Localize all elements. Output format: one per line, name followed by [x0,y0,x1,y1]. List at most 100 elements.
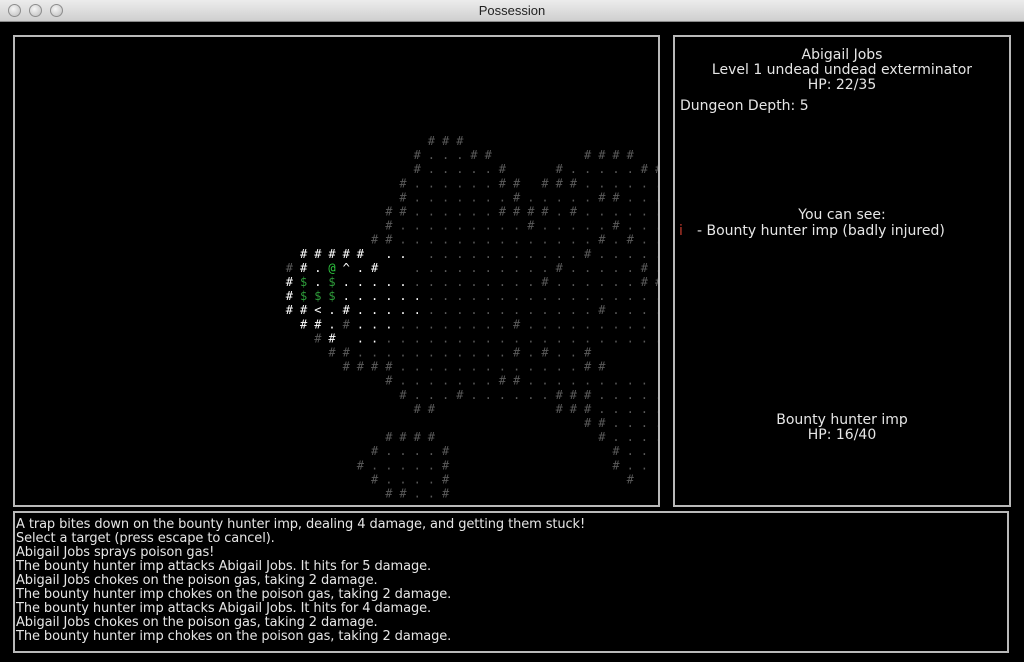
map-tile: . [556,331,563,345]
map-tile: # [584,247,592,261]
map-tile: . [556,247,563,261]
map-tile: . [442,205,449,219]
map-tile: . [541,219,548,233]
map-tile: . [641,233,648,247]
map-tile: . [584,205,591,219]
visible-monster-entry[interactable]: i - Bounty hunter imp (badly injured) [679,223,945,239]
map-tile: . [584,190,591,204]
map-tile: # [300,261,308,275]
map-tile: . [584,219,591,233]
map-tile: . [442,374,449,388]
log-line: The bounty hunter imp chokes on the pois… [16,629,452,644]
map-tile: # [399,388,407,402]
map-tile: . [442,360,449,374]
map-tile: # [343,360,351,374]
map-tile: . [428,219,435,233]
map-tile: . [428,289,435,303]
map-tile: . [612,388,619,402]
map-tile: # [513,176,521,190]
map-tile: # [485,148,493,162]
target-name: Bounty hunter imp [776,412,908,428]
map-tile: # [314,331,322,345]
map-tile: . [527,374,534,388]
map-tile: . [385,458,392,472]
map-tile: < [314,303,321,317]
map-tile: . [385,331,392,345]
map-tile: . [399,346,406,360]
map-tile: . [442,176,449,190]
map-tile: # [513,317,521,331]
map-tile: . [428,360,435,374]
map-tile: # [456,134,464,148]
map-tile: . [414,472,421,486]
map-tile: . [428,472,435,486]
map-tile: . [513,247,520,261]
map-tile: . [570,247,577,261]
map-tile: . [584,176,591,190]
map-tile: # [300,303,308,317]
map-tile: . [357,317,364,331]
map-tile: . [499,360,506,374]
map-tile: . [485,289,492,303]
title-bar: Possession [0,0,1024,22]
map-tile: . [485,233,492,247]
map-tile: . [627,205,634,219]
map-tile: . [357,289,364,303]
map-tile: . [456,317,463,331]
map-tile: # [541,275,549,289]
map-tile: . [627,162,634,176]
map-tile: . [641,458,648,472]
map-tile: . [627,402,634,416]
map-tile: . [655,430,658,444]
map-tile: . [442,303,449,317]
map-tile: . [428,346,435,360]
log-line: The bounty hunter imp attacks Abigail Jo… [16,559,432,574]
map-tile: # [428,430,436,444]
map-tile: . [627,247,634,261]
map-tile: . [456,261,463,275]
window-title: Possession [478,3,546,18]
map-tile: # [371,261,379,275]
map-tile: . [485,388,492,402]
map-tile: . [470,346,477,360]
map-tile: . [584,317,591,331]
map-tile: . [598,162,605,176]
map-tile: . [612,176,619,190]
map-tile: . [655,289,658,303]
dungeon-map-canvas[interactable]: # # # #... # # # # # # #..... # #..... # # # #...... # # # #… [15,37,658,505]
map-tile: # [584,360,592,374]
map-tile: . [627,444,634,458]
map-tile: . [414,374,421,388]
map-tile: . [499,346,506,360]
map-tile: . [485,162,492,176]
map-tile: # [442,444,450,458]
map-tile: $ [300,275,307,289]
map-tile: $ [328,289,335,303]
map-tile: # [343,303,351,317]
map-tile: . [456,275,463,289]
map-tile: . [470,247,477,261]
map-tile: . [556,346,563,360]
log-line: The bounty hunter imp attacks Abigail Jo… [16,601,432,616]
map-tile: # [527,219,535,233]
map-tile: # [385,233,393,247]
map-tile: . [371,275,378,289]
map-tile: . [570,289,577,303]
map-tile: . [399,233,406,247]
map-tile: . [456,247,463,261]
map-tile: . [570,374,577,388]
map-tile: . [499,233,506,247]
map-tile: . [470,275,477,289]
map-tile: # [357,247,365,261]
map-tile: # [556,402,564,416]
map-tile: . [627,289,634,303]
dungeon-map[interactable]: # # # #... # # # # # # #..... # #..... # # # #...... # # # #… [13,35,660,507]
map-tile: # [414,148,422,162]
map-tile: . [470,388,477,402]
map-tile: . [371,289,378,303]
map-tile: . [641,331,648,345]
map-tile: . [612,374,619,388]
map-tile: . [541,261,548,275]
map-tile: . [584,374,591,388]
map-tile: # [541,346,549,360]
